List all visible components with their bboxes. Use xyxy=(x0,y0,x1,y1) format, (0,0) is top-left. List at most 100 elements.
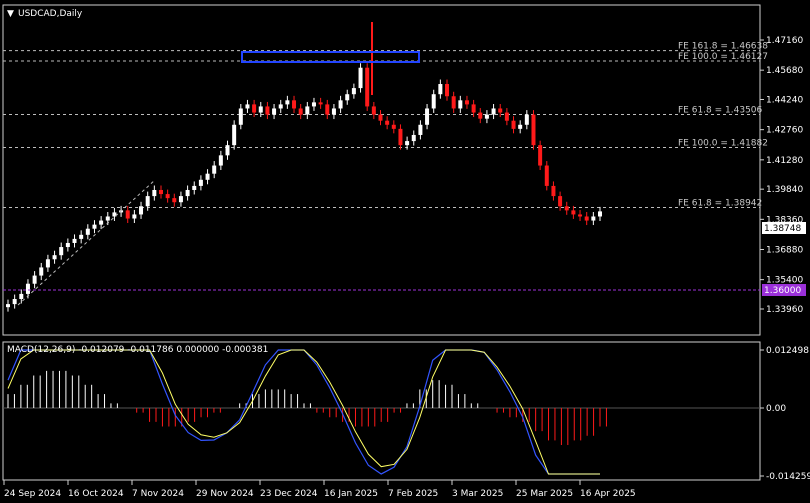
price-tick-label: 1.47160 xyxy=(766,36,803,46)
time-tick-label: 25 Mar 2025 xyxy=(516,489,573,499)
current-price-value: 1.38748 xyxy=(764,224,801,234)
candle-body xyxy=(318,102,323,105)
candle-body xyxy=(591,216,596,221)
candle-body xyxy=(478,112,483,119)
candle-body xyxy=(531,114,536,146)
price-tick-label: 1.36880 xyxy=(766,245,803,255)
candle-body xyxy=(411,134,416,142)
time-tick-label: 3 Mar 2025 xyxy=(452,489,503,499)
candle-body xyxy=(59,247,64,256)
candle-body xyxy=(92,224,97,229)
macd-tick-label: -0.014259 xyxy=(766,472,810,482)
candle-body xyxy=(398,128,403,146)
macd-tick-label: 0.00 xyxy=(766,404,786,414)
price-tick-label: 1.44240 xyxy=(766,96,803,106)
fe-level-label: FE 100.0 = 1.41882 xyxy=(678,139,768,149)
candle-body xyxy=(524,114,529,125)
candle-body xyxy=(225,145,230,156)
candle-body xyxy=(538,145,543,166)
candle-body xyxy=(425,108,430,125)
candle-body xyxy=(445,84,450,97)
dropdown-arrow-icon[interactable]: ▼ xyxy=(7,9,14,19)
candle-body xyxy=(145,196,150,207)
candle-body xyxy=(178,196,183,203)
time-tick-label: 16 Jan 2025 xyxy=(324,489,378,499)
macd-label: MACD(12,26,9) -0.012079 -0.011786 0.0000… xyxy=(7,345,268,355)
candle-body xyxy=(518,124,523,129)
candle-body xyxy=(245,104,250,109)
candle-body xyxy=(564,206,569,211)
fe-level-label: FE 100.0 = 1.46127 xyxy=(678,52,768,62)
candle-body xyxy=(272,108,277,115)
candle-body xyxy=(438,84,443,95)
candle-body xyxy=(365,67,370,107)
time-tick-label: 29 Nov 2024 xyxy=(196,489,254,499)
candle-body xyxy=(278,104,283,109)
candle-body xyxy=(544,165,549,186)
price-tick-label: 1.33960 xyxy=(766,305,803,315)
candle-body xyxy=(165,194,170,199)
price-panel[interactable] xyxy=(2,4,761,336)
candle-body xyxy=(578,214,583,217)
candle-body xyxy=(471,104,476,113)
candle-body xyxy=(331,108,336,115)
candle-body xyxy=(85,228,90,235)
candle-body xyxy=(491,108,496,115)
candle-body xyxy=(45,259,50,268)
candle-body xyxy=(358,67,363,89)
time-tick-label: 23 Dec 2024 xyxy=(260,489,318,499)
candle-body xyxy=(325,104,330,115)
candle-body xyxy=(464,100,469,105)
candle-body xyxy=(205,173,210,180)
candle-body xyxy=(198,179,203,186)
symbol-label: USDCAD,Daily xyxy=(18,9,83,19)
candle-body xyxy=(258,106,263,113)
candle-body xyxy=(132,214,137,219)
candle-body xyxy=(305,106,310,115)
fe-level-label: FE 61.8 = 1.38942 xyxy=(678,198,762,208)
candle-body xyxy=(72,238,77,243)
candle-body xyxy=(285,100,290,105)
candle-body xyxy=(292,100,297,109)
candle-body xyxy=(405,141,410,146)
candle-body xyxy=(311,102,316,107)
candle-body xyxy=(158,189,163,195)
price-tick-label: 1.45680 xyxy=(766,66,803,76)
candle-body xyxy=(212,165,217,174)
candle-body xyxy=(139,206,144,215)
candle-body xyxy=(504,112,509,121)
fe-level-label: FE 161.8 = 1.46638 xyxy=(678,42,768,52)
candle-body xyxy=(551,185,556,197)
candle-body xyxy=(232,124,237,146)
candle-body xyxy=(338,100,343,109)
macd-tick-label: 0.012498 xyxy=(766,346,809,356)
candle-body xyxy=(192,185,197,190)
candle-body xyxy=(391,124,396,129)
candle-body xyxy=(125,210,130,219)
candle-body xyxy=(218,155,223,166)
candle-body xyxy=(418,124,423,135)
candle-body xyxy=(484,114,489,119)
candle-body xyxy=(172,198,177,203)
candle-body xyxy=(498,108,503,113)
candle-body xyxy=(511,120,516,129)
support-level-value: 1.36000 xyxy=(764,286,801,296)
time-tick-label: 16 Apr 2025 xyxy=(580,489,636,499)
candle-body xyxy=(105,216,110,221)
candle-body xyxy=(12,299,17,305)
trading-chart[interactable]: ▼ USDCAD,Daily FE 161.8 = 1.46638FE 100.… xyxy=(0,0,810,503)
candle-body xyxy=(52,255,57,260)
candle-body xyxy=(65,242,70,248)
candle-body xyxy=(458,100,463,109)
candle-body xyxy=(385,120,390,125)
time-tick-label: 24 Sep 2024 xyxy=(4,489,61,499)
candle-body xyxy=(6,304,10,308)
candle-body xyxy=(99,220,104,225)
candle-body xyxy=(371,106,376,115)
fe-level-label: FE 61.8 = 1.43506 xyxy=(678,105,763,115)
candle-body xyxy=(378,114,383,121)
time-tick-label: 7 Nov 2024 xyxy=(132,489,184,499)
candle-body xyxy=(32,275,37,284)
candle-body xyxy=(238,108,243,125)
candle-body xyxy=(558,196,563,207)
